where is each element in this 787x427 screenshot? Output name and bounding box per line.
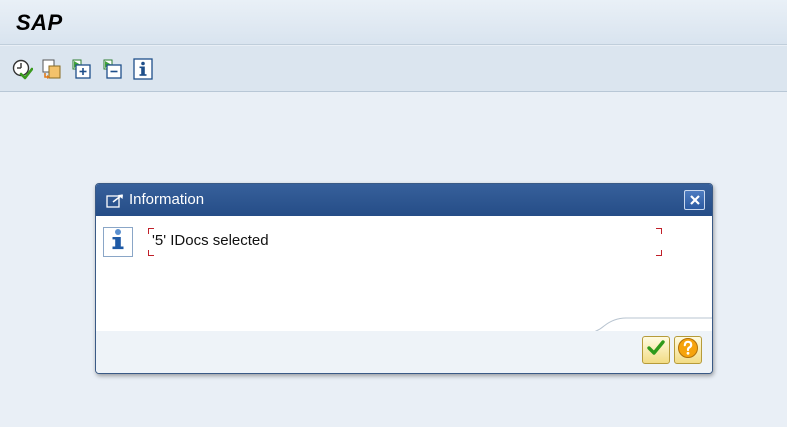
dialog-title: Information (129, 191, 205, 208)
execute-clock-icon (11, 58, 33, 80)
title-bar: SAP (0, 0, 787, 45)
information-button[interactable] (131, 57, 155, 81)
expand-all-button[interactable] (70, 57, 94, 81)
dialog-footer (96, 331, 712, 373)
message-field: '5' IDocs selected (148, 228, 662, 256)
information-dialog: Information '5' IDocs selected (95, 183, 713, 374)
application-toolbar (0, 46, 787, 92)
copy-objects-button[interactable] (40, 57, 64, 81)
app-title: SAP (16, 10, 63, 35)
information-icon (132, 58, 154, 80)
confirm-button[interactable] (642, 336, 670, 364)
expand-all-icon (71, 58, 93, 80)
copy-objects-icon (41, 58, 63, 80)
help-button[interactable] (674, 336, 702, 364)
collapse-all-button[interactable] (101, 57, 125, 81)
field-corner-bottom-right (656, 250, 662, 256)
field-corner-top-right (656, 228, 662, 234)
collapse-all-icon (102, 58, 124, 80)
execute-button[interactable] (10, 57, 34, 81)
question-mark-icon (677, 337, 699, 363)
close-icon (689, 191, 701, 210)
message-text: '5' IDocs selected (152, 232, 269, 249)
dialog-close-button[interactable] (684, 190, 705, 210)
field-corner-bottom-left (148, 250, 154, 256)
dialog-window-icon (106, 193, 124, 212)
information-icon (107, 228, 129, 256)
dialog-header[interactable]: Information (96, 184, 712, 216)
checkmark-icon (646, 339, 666, 361)
message-info-icon-frame (103, 227, 133, 257)
